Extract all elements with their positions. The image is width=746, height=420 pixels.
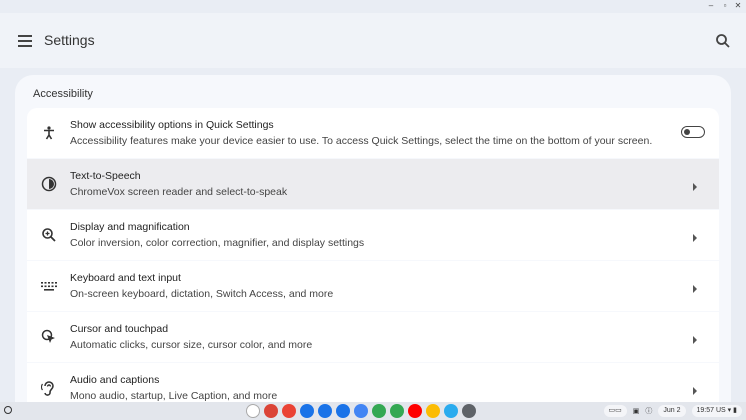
files-icon[interactable] — [318, 404, 332, 418]
row-keyboard-text-input[interactable]: Keyboard and text input On-screen keyboa… — [27, 261, 719, 311]
restore-icon[interactable]: ▫ — [720, 1, 730, 11]
accessibility-icon — [41, 125, 57, 141]
date-label[interactable]: Jun 2 — [658, 405, 686, 417]
cursor-icon — [41, 329, 57, 345]
row-subtitle: ChromeVox screen reader and select-to-sp… — [70, 186, 288, 198]
audio-captions-icon — [40, 380, 57, 396]
play-store-icon[interactable] — [390, 404, 404, 418]
accessibility-card: Accessibility Show accessibility options… — [15, 75, 731, 420]
gmail-icon[interactable] — [282, 404, 296, 418]
row-title: Text-to-Speech — [70, 170, 141, 182]
screen-capture-icon[interactable]: ▣ — [633, 407, 640, 415]
chevron-right-icon — [691, 281, 699, 293]
settings-list: Show accessibility options in Quick Sett… — [27, 108, 719, 414]
time-label: 19:57 — [696, 407, 715, 414]
info-icon[interactable]: ⓘ — [645, 406, 652, 416]
chevron-right-icon — [691, 383, 699, 395]
add-icon[interactable] — [246, 404, 260, 418]
clock[interactable]: 19:57 US ▾ ▮ — [691, 405, 742, 417]
launcher-icon[interactable] — [4, 406, 12, 414]
youtube-icon[interactable] — [408, 404, 422, 418]
row-subtitle: Mono audio, startup, Live Caption, and m… — [70, 390, 278, 402]
row-quick-settings[interactable]: Show accessibility options in Quick Sett… — [27, 108, 719, 158]
row-title: Display and magnification — [70, 221, 190, 233]
window-titlebar: – ▫ ✕ — [0, 0, 746, 13]
row-subtitle: Color inversion, color correction, magni… — [70, 237, 365, 249]
chrome-icon[interactable] — [264, 404, 278, 418]
chevron-right-icon — [691, 332, 699, 344]
text-to-speech-icon — [41, 176, 57, 192]
app-header: Settings — [0, 13, 746, 68]
telegram-icon[interactable] — [444, 404, 458, 418]
docs-icon[interactable] — [354, 404, 368, 418]
row-subtitle: On-screen keyboard, dictation, Switch Ac… — [70, 288, 334, 300]
row-title: Cursor and touchpad — [70, 323, 169, 335]
row-title: Show accessibility options in Quick Sett… — [70, 119, 274, 131]
row-title: Keyboard and text input — [70, 272, 181, 284]
search-icon[interactable] — [714, 32, 732, 50]
photos-icon[interactable] — [426, 404, 440, 418]
settings-icon[interactable] — [462, 404, 476, 418]
row-subtitle: Automatic clicks, cursor size, cursor co… — [70, 339, 313, 351]
tray-holding-space[interactable]: ▭▭ — [603, 405, 627, 417]
meet-icon[interactable] — [372, 404, 386, 418]
keyboard-icon — [41, 278, 57, 294]
chevron-right-icon — [691, 179, 699, 191]
locale-label: US — [716, 407, 726, 414]
row-display-magnification[interactable]: Display and magnification Color inversio… — [27, 210, 719, 260]
calendar-icon[interactable] — [300, 404, 314, 418]
messages-icon[interactable] — [336, 404, 350, 418]
status-tray[interactable]: ▭▭ ▣ ⓘ Jun 2 19:57 US ▾ ▮ — [603, 405, 742, 417]
menu-icon[interactable] — [15, 33, 35, 49]
shelf-apps — [246, 404, 476, 418]
toggle-knob — [684, 128, 690, 135]
minimize-icon[interactable]: – — [706, 1, 716, 11]
row-subtitle: Accessibility features make your device … — [70, 135, 653, 147]
shelf: ▭▭ ▣ ⓘ Jun 2 19:57 US ▾ ▮ — [0, 402, 746, 420]
chevron-right-icon — [691, 230, 699, 242]
row-text-to-speech[interactable]: Text-to-Speech ChromeVox screen reader a… — [27, 159, 719, 209]
section-title: Accessibility — [33, 88, 93, 100]
row-cursor-touchpad[interactable]: Cursor and touchpad Automatic clicks, cu… — [27, 312, 719, 362]
row-title: Audio and captions — [70, 374, 160, 386]
page-title: Settings — [44, 32, 95, 48]
magnifier-icon — [41, 227, 57, 243]
close-icon[interactable]: ✕ — [733, 1, 743, 11]
quick-settings-toggle[interactable] — [681, 126, 705, 138]
